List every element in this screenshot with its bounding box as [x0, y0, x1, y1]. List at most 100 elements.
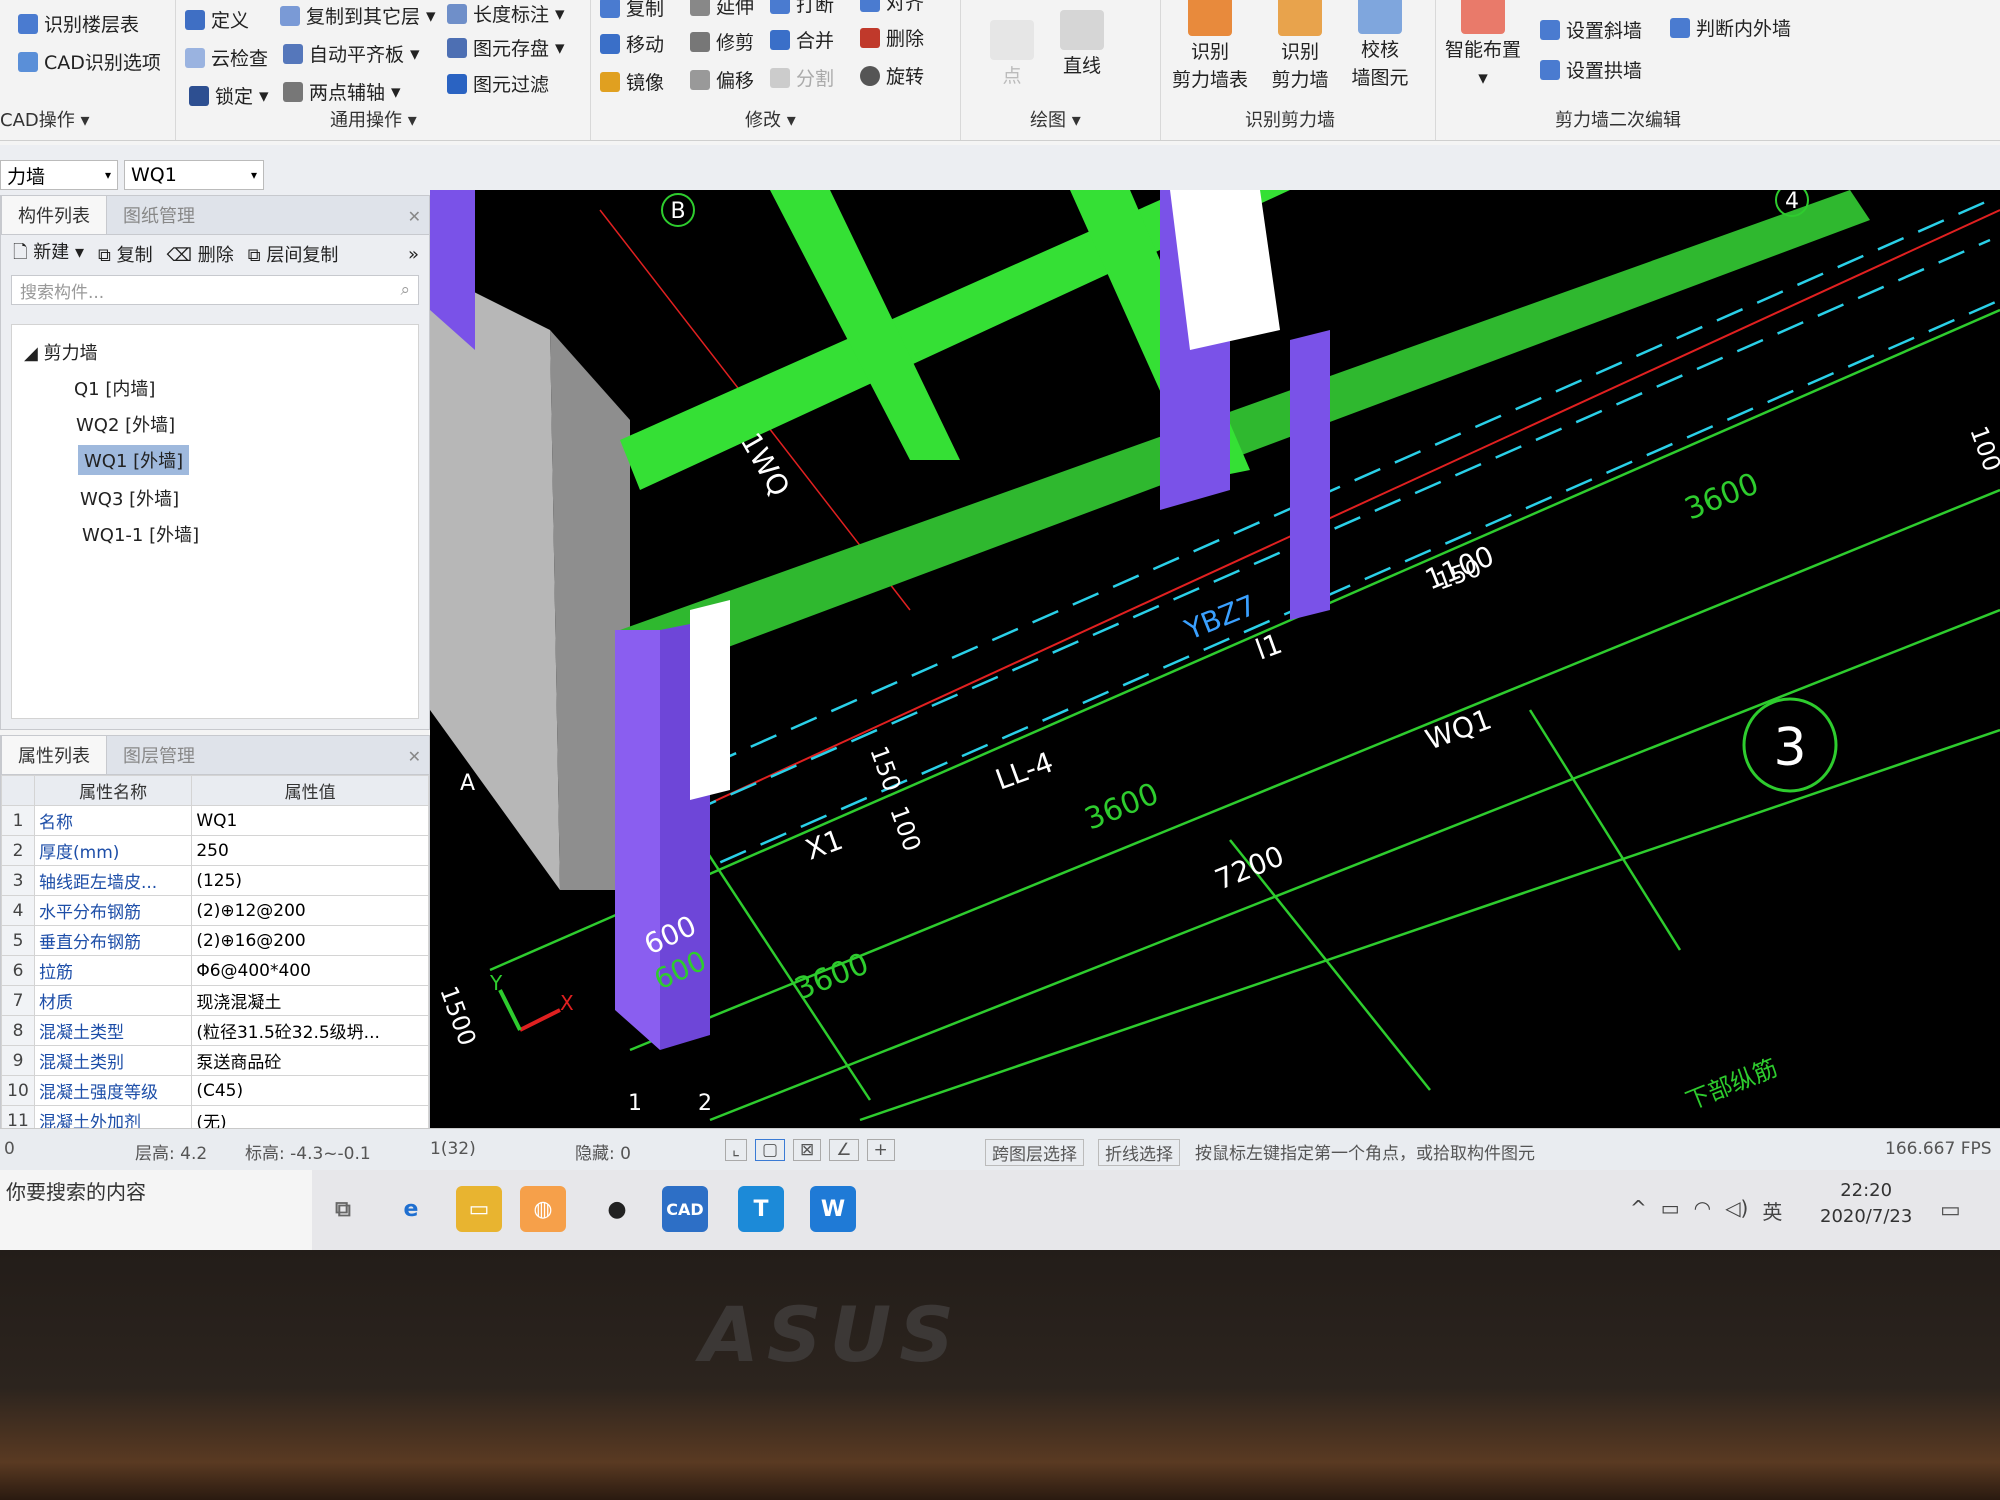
property-row[interactable]: 9 混凝土类别 泵送商品砼 — [1, 1045, 429, 1076]
tab-drawing-management[interactable]: 图纸管理 — [107, 196, 211, 234]
save-element-button[interactable]: 图元存盘 ▾ — [447, 34, 565, 61]
smart-layout-button[interactable]: 智能布置 ▾ — [1445, 0, 1521, 92]
close-icon[interactable]: ✕ — [408, 207, 421, 234]
point-button[interactable]: 点 — [990, 20, 1034, 90]
angle-icon[interactable]: ∠ — [829, 1139, 859, 1161]
component-name-select[interactable]: WQ1 ▾ — [124, 160, 264, 190]
cad-app-icon[interactable]: CAD — [662, 1186, 708, 1232]
auto-align-slab-button[interactable]: 自动平齐板 ▾ — [283, 40, 420, 67]
lock-button[interactable]: 锁定 ▾ — [189, 82, 269, 109]
ortho-icon[interactable]: ⌞ — [725, 1139, 747, 1161]
tab-layer-management[interactable]: 图层管理 — [107, 736, 211, 774]
length-dim-button[interactable]: 长度标注 ▾ — [447, 0, 565, 27]
property-value[interactable]: Φ6@400*400 — [191, 955, 429, 986]
property-row[interactable]: 6 拉筋 Φ6@400*400 — [1, 955, 429, 986]
two-point-axis-button[interactable]: 两点辅轴 ▾ — [283, 78, 401, 105]
set-arch-wall-button[interactable]: 设置拱墙 — [1540, 56, 1642, 83]
offset-button[interactable]: 偏移 — [690, 66, 754, 93]
property-value[interactable]: (粒径31.5砼32.5级坍... — [191, 1015, 429, 1046]
w-app-icon[interactable]: W — [810, 1186, 856, 1232]
extend-button[interactable]: 延伸 — [690, 0, 754, 19]
rotate-button[interactable]: 旋转 — [860, 62, 924, 89]
polyline-select-button[interactable]: 折线选择 — [1098, 1139, 1180, 1166]
identify-wall-button[interactable]: 识别 剪力墙 — [1265, 0, 1335, 94]
property-row[interactable]: 7 材质 现浇混凝土 — [1, 985, 429, 1016]
tree-item-wq3[interactable]: WQ3 [外墙] — [80, 485, 179, 511]
delete-button[interactable]: 删除 — [860, 24, 924, 51]
floor-copy-icon: ⧉ — [247, 245, 261, 266]
clock[interactable]: 22:20 2020/7/23 — [1820, 1178, 1912, 1230]
component-actions: 🗋 新建 ▾ ⧉ 复制 ⌫ 删除 ⧉ 层间复制 » — [1, 235, 429, 273]
property-value[interactable]: 现浇混凝土 — [191, 985, 429, 1016]
cad-3d-viewport[interactable]: B 4 3 1 2 A 1100 7200 LL-4 WQ1 YBZ7 600 … — [430, 190, 2000, 1128]
property-row[interactable]: 3 轴线距左墙皮... (125) — [1, 865, 429, 896]
property-value[interactable]: (C45) — [191, 1075, 429, 1106]
tree-item-wq1[interactable]: WQ1 [外墙] — [78, 445, 190, 475]
more-icon[interactable]: » — [408, 244, 419, 265]
set-slant-wall-button[interactable]: 设置斜墙 — [1540, 16, 1642, 43]
battery-icon[interactable]: ▭ — [1661, 1196, 1680, 1225]
component-type-select[interactable]: 力墙 ▾ — [0, 160, 118, 190]
cloud-check-button[interactable]: 云检查 — [185, 44, 268, 71]
tab-component-list[interactable]: 构件列表 — [1, 195, 107, 234]
explorer-icon[interactable]: ▭ — [456, 1186, 502, 1232]
cad-options-button[interactable]: CAD识别选项 — [18, 48, 161, 75]
break-button[interactable]: 打断 — [770, 0, 834, 17]
property-value[interactable]: (2)⊕16@200 — [191, 925, 429, 956]
property-value[interactable]: WQ1 — [191, 805, 429, 836]
snap-icon[interactable]: + — [866, 1139, 895, 1161]
property-row[interactable]: 4 水平分布钢筋 (2)⊕12@200 — [1, 895, 429, 926]
taskbar-search[interactable]: 你要搜索的内容 — [0, 1170, 312, 1262]
cross-layer-select-button[interactable]: 跨图层选择 — [985, 1139, 1084, 1166]
identify-floor-table-button[interactable]: 识别楼层表 — [18, 10, 139, 37]
component-search-input[interactable]: 搜索构件... ⌕ — [11, 275, 419, 305]
property-value[interactable]: (2)⊕12@200 — [191, 895, 429, 926]
chevron-up-icon[interactable]: ^ — [1630, 1196, 1647, 1225]
wifi-icon[interactable]: ◠ — [1694, 1196, 1711, 1225]
copy-button[interactable]: 复制 — [600, 0, 664, 21]
move-button[interactable]: 移动 — [600, 30, 664, 57]
split-button[interactable]: 分割 — [770, 64, 834, 91]
qq-icon[interactable]: ● — [594, 1186, 640, 1232]
notification-icon[interactable]: ▭ — [1940, 1198, 1961, 1223]
floor-copy-button[interactable]: ⧉ 层间复制 — [248, 241, 339, 267]
property-row[interactable]: 10 混凝土强度等级 (C45) — [1, 1075, 429, 1106]
property-row[interactable]: 2 厚度(mm) 250 — [1, 835, 429, 866]
wechat-icon[interactable]: ◍ — [520, 1186, 566, 1232]
mirror-button[interactable]: 镜像 — [600, 68, 664, 95]
delete-component-button[interactable]: ⌫ 删除 — [167, 241, 234, 267]
identify-wall-table-button[interactable]: 识别 剪力墙表 — [1170, 0, 1250, 94]
line-button[interactable]: 直线 — [1060, 10, 1104, 80]
task-view-icon[interactable]: ⧉ — [320, 1186, 366, 1232]
volume-icon[interactable]: ◁) — [1725, 1196, 1748, 1225]
cross-select-icon[interactable]: ⊠ — [793, 1139, 822, 1161]
copy-component-button[interactable]: ⧉ 复制 — [98, 241, 153, 267]
tab-property-list[interactable]: 属性列表 — [1, 735, 107, 774]
property-row[interactable]: 1 名称 WQ1 — [1, 805, 429, 836]
property-value[interactable]: (125) — [191, 865, 429, 896]
check-wall-button[interactable]: 校核 墙图元 — [1345, 0, 1415, 92]
t-app-icon[interactable]: T — [738, 1186, 784, 1232]
tree-item-wq1-1[interactable]: WQ1-1 [外墙] — [82, 521, 199, 547]
edge-icon[interactable]: e — [388, 1186, 434, 1232]
trim-button[interactable]: 修剪 — [690, 28, 754, 55]
property-row[interactable]: 8 混凝土类型 (粒径31.5砼32.5级坍... — [1, 1015, 429, 1046]
ime-indicator[interactable]: 英 — [1762, 1196, 1782, 1225]
tree-item-wq2[interactable]: WQ2 [外墙] — [76, 411, 175, 437]
element-filter-button[interactable]: 图元过滤 — [447, 70, 549, 97]
select-box-icon[interactable]: ▢ — [754, 1139, 786, 1161]
close-icon[interactable]: ✕ — [408, 747, 421, 774]
property-name: 名称 — [33, 805, 193, 836]
property-row[interactable]: 5 垂直分布钢筋 (2)⊕16@200 — [1, 925, 429, 956]
merge-button[interactable]: 合并 — [770, 26, 834, 53]
define-button[interactable]: 定义 — [185, 6, 249, 33]
property-value[interactable]: 泵送商品砼 — [191, 1045, 429, 1076]
copy-to-floor-button[interactable]: 复制到其它层 ▾ — [280, 2, 436, 29]
new-button[interactable]: 🗋 新建 ▾ — [13, 238, 84, 270]
tree-item-q1[interactable]: Q1 [内墙] — [74, 375, 155, 401]
property-value[interactable]: 250 — [191, 835, 429, 866]
tree-root-shear-wall[interactable]: ◢ 剪力墙 — [24, 339, 98, 365]
align-button[interactable]: 对齐 — [860, 0, 924, 15]
property-name: 混凝土类别 — [33, 1045, 193, 1076]
judge-wall-button[interactable]: 判断内外墙 — [1670, 14, 1791, 41]
